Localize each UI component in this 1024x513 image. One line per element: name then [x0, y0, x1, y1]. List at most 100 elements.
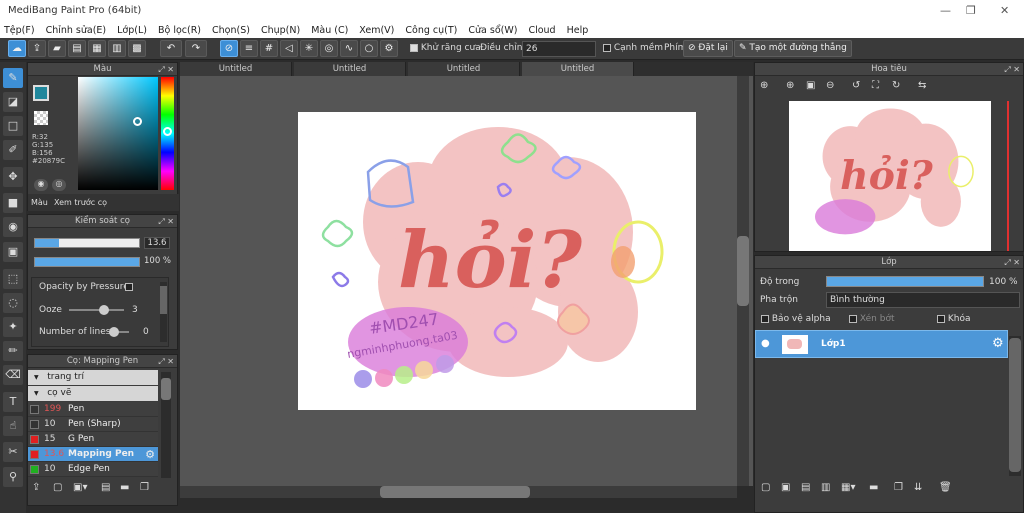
menu-color[interactable]: Màu (C) — [311, 25, 348, 36]
layer-folder-icon[interactable]: ▬ — [869, 482, 878, 493]
close-button[interactable]: ✕ — [1000, 4, 1009, 17]
new-halftone-layer-icon[interactable]: ▣ — [781, 482, 790, 493]
restore-button[interactable]: ❐ — [966, 4, 976, 17]
tab-untitled-4[interactable]: Untitled — [522, 62, 634, 76]
layer-row[interactable]: ● Lớp1 ⚙ — [755, 330, 1008, 358]
blend-mode-select[interactable]: Bình thường — [826, 292, 1020, 308]
layer-opacity-slider[interactable] — [826, 276, 984, 287]
straight-line-button[interactable]: ✎ Tạo một đường thẳng — [734, 40, 852, 57]
tab-color[interactable]: Màu — [31, 198, 48, 207]
menu-view[interactable]: Xem(V) — [359, 25, 394, 36]
lines-slider[interactable] — [109, 327, 129, 337]
brush-item[interactable]: 13.6 Mapping Pen ⚙ — [28, 447, 158, 462]
magic-wand-tool-icon[interactable]: ✦ — [3, 317, 23, 337]
select-pen-tool-icon[interactable]: ✏ — [3, 341, 23, 361]
hue-cursor[interactable] — [163, 127, 172, 136]
brush-tool-icon[interactable]: ✎ — [3, 68, 23, 88]
correction-select[interactable]: 26 — [522, 41, 596, 57]
flip-icon[interactable]: ⇆ — [918, 80, 926, 91]
fit-window-icon[interactable]: ▣ — [806, 80, 815, 91]
reset-button[interactable]: ⊘ Đặt lại — [683, 40, 733, 57]
lasso-tool-icon[interactable]: ◌ — [3, 293, 23, 313]
grid-icon[interactable]: ▦ — [88, 40, 106, 57]
chat-icon[interactable]: ▰ — [48, 40, 66, 57]
visibility-eye-icon[interactable]: ● — [761, 338, 770, 349]
layer-settings-icon[interactable]: ⚙ — [992, 336, 1004, 351]
zoom-fit-icon[interactable]: ⊕ — [760, 80, 768, 91]
eyedropper-tool-icon[interactable]: ⚲ — [3, 467, 23, 487]
brush-settings-icon[interactable]: ⚙ — [145, 447, 155, 462]
fullscreen-icon[interactable]: ⛶ — [872, 80, 879, 91]
options-scrollbar[interactable] — [160, 282, 167, 342]
minimize-button[interactable]: — — [940, 4, 951, 17]
navigator-preview[interactable]: hỏi? — [789, 101, 991, 251]
lock-option[interactable]: Khóa — [937, 314, 971, 324]
add-layer-menu-icon[interactable]: ▦▾ — [841, 482, 855, 493]
brush-opacity-slider[interactable] — [34, 257, 140, 267]
add-brush-icon[interactable]: ▣▾ — [73, 482, 87, 493]
zoom-out-icon[interactable]: ⊖ — [826, 80, 834, 91]
gradient-tool-icon[interactable]: ▣ — [3, 242, 23, 262]
move-tool-icon[interactable]: ✥ — [3, 167, 23, 187]
undo-icon[interactable]: ↶ — [160, 40, 182, 57]
brush-group-drawing[interactable]: ▼ cọ vẽ — [28, 386, 158, 401]
tab-untitled-1[interactable]: Untitled — [180, 62, 292, 76]
settings-ruler-icon[interactable]: ⚙ — [380, 40, 398, 57]
operation-tool-icon[interactable]: ☝ — [3, 416, 23, 436]
hue-slider[interactable] — [161, 77, 174, 190]
eraser-tool-icon[interactable]: ◪ — [3, 92, 23, 112]
select-rect-tool-icon[interactable]: ⬚ — [3, 269, 23, 289]
brush-group-decor[interactable]: ▼ trang trí — [28, 370, 158, 385]
cloud-icon[interactable]: ☁ — [8, 40, 26, 57]
bucket-tool-icon[interactable]: ◉ — [3, 217, 23, 237]
canvas-hscroll[interactable] — [180, 486, 737, 498]
radial-icon[interactable]: ✳ — [300, 40, 318, 57]
menu-window[interactable]: Cửa sổ(W) — [468, 25, 517, 36]
edit-icon[interactable]: ▤ — [68, 40, 86, 57]
rotate-left-icon[interactable]: ↺ — [852, 80, 860, 91]
rotate-right-icon[interactable]: ↻ — [892, 80, 900, 91]
protect-alpha-option[interactable]: Bảo vệ alpha — [761, 314, 831, 324]
redo-icon[interactable]: ↷ — [185, 40, 207, 57]
menu-filter[interactable]: Bộ lọc(R) — [158, 25, 201, 36]
artwork-canvas[interactable]: hỏi? #MD247 ngminhphuong.ta03 — [298, 112, 696, 410]
menu-layer[interactable]: Lớp(L) — [117, 25, 147, 36]
new-brush-icon[interactable]: ▢ — [53, 482, 62, 493]
merge-layer-icon[interactable]: ⇊ — [914, 482, 922, 493]
antialias-option[interactable]: Khử răng cưa — [410, 43, 481, 53]
concentric-icon[interactable]: ◎ — [320, 40, 338, 57]
brush-size-value[interactable]: 13.6 — [144, 237, 170, 249]
soft-edge-option[interactable]: Cạnh mềm — [603, 43, 663, 53]
ooze-slider[interactable] — [69, 305, 124, 315]
menu-edit[interactable]: Chỉnh sửa(E) — [46, 25, 107, 36]
layers-grid-icon[interactable]: ▩ — [128, 40, 146, 57]
parallel-ruler-icon[interactable]: ≡ — [240, 40, 258, 57]
menu-help[interactable]: Help — [567, 25, 589, 36]
export-icon[interactable]: ⇪ — [28, 40, 46, 57]
circle-ruler-icon[interactable]: ○ — [360, 40, 378, 57]
opacity-pressure-checkbox[interactable] — [125, 283, 133, 291]
brush-size-slider[interactable] — [34, 238, 140, 248]
brush-item[interactable]: 199 Pen — [28, 402, 158, 417]
new-layer-icon[interactable]: ▢ — [761, 482, 770, 493]
layer-scrollbar[interactable] — [1009, 336, 1021, 476]
delete-layer-icon[interactable]: 🗑 — [939, 482, 952, 493]
menu-select[interactable]: Chọn(S) — [212, 25, 250, 36]
brush-cloud-icon[interactable]: ⇪ — [32, 482, 40, 493]
menu-snap[interactable]: Chụp(N) — [261, 25, 300, 36]
saturation-value-picker[interactable] — [78, 77, 158, 190]
brush-item[interactable]: 10 Edge Pen — [28, 462, 158, 477]
rectangle-tool-icon[interactable]: □ — [3, 116, 23, 136]
dot-tool-icon[interactable]: ✐ — [3, 140, 23, 160]
picker-cursor[interactable] — [133, 117, 142, 126]
curve-ruler-icon[interactable]: ∿ — [340, 40, 358, 57]
fill-rect-tool-icon[interactable]: ■ — [3, 193, 23, 213]
grid-ruler-icon[interactable]: # — [260, 40, 278, 57]
perspective-icon[interactable]: ◁ — [280, 40, 298, 57]
duplicate-brush-icon[interactable]: ❐ — [140, 482, 149, 493]
brush-list-scrollbar[interactable] — [161, 372, 171, 478]
no-ruler-icon[interactable]: ⊘ — [220, 40, 238, 57]
zoom-in-icon[interactable]: ⊕ — [786, 80, 794, 91]
divide-tool-icon[interactable]: ✂ — [3, 442, 23, 462]
new-1bit-layer-icon[interactable]: ▥ — [821, 482, 830, 493]
